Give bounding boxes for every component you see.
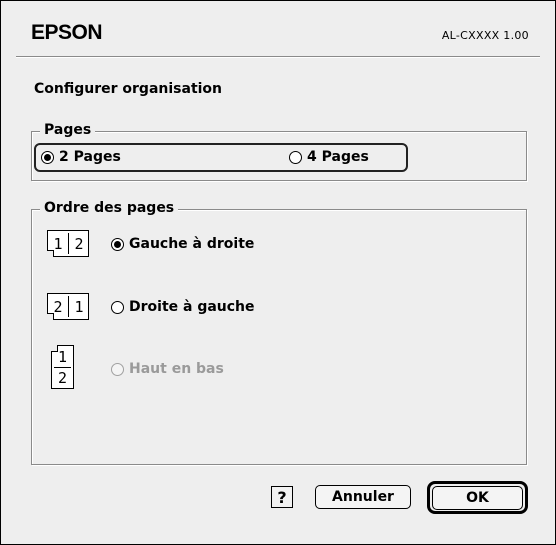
radio-left-to-right-button[interactable] [111, 237, 124, 251]
radio-top-to-bottom: Haut en bas [111, 361, 224, 377]
pages-group-label: Pages [40, 122, 96, 138]
radio-right-to-left[interactable]: Droite à gauche [111, 299, 255, 315]
help-button[interactable]: ? [271, 486, 293, 508]
version-label: AL-CXXXX 1.00 [441, 29, 529, 42]
brand-logo: EPSON [31, 21, 103, 44]
ok-button[interactable]: OK [432, 486, 523, 510]
radio-left-to-right-label: Gauche à droite [129, 236, 255, 252]
radio-top-to-bottom-label: Haut en bas [129, 361, 224, 377]
radio-4-pages[interactable]: 4 Pages [289, 149, 369, 165]
radio-left-to-right[interactable]: Gauche à droite [111, 236, 254, 252]
radio-right-to-left-label: Droite à gauche [129, 299, 255, 315]
dialog-window: EPSON AL-CXXXX 1.00 Configurer organisat… [0, 0, 556, 545]
icon-cell: 2 [57, 369, 68, 387]
page-fold-corner [47, 250, 54, 257]
radio-4-pages-label: 4 Pages [307, 149, 369, 165]
top-to-bottom-icon: 1 2 [51, 345, 74, 389]
radio-2-pages-label: 2 Pages [59, 149, 121, 165]
radio-2-pages-button[interactable] [41, 150, 54, 164]
radio-4-pages-button[interactable] [289, 150, 302, 164]
cancel-button[interactable]: Annuler [315, 485, 411, 509]
page-fold-corner [47, 313, 54, 320]
order-group-label: Ordre des pages [40, 200, 179, 216]
header-divider [16, 56, 540, 58]
left-to-right-icon: 1 2 [47, 230, 89, 257]
radio-right-to-left-button[interactable] [111, 300, 124, 314]
radio-2-pages[interactable]: 2 Pages [41, 149, 121, 165]
radio-top-to-bottom-button [111, 362, 124, 376]
page-fold-corner [51, 345, 58, 352]
right-to-left-icon: 2 1 [47, 293, 89, 320]
order-group: Ordre des pages [31, 200, 527, 465]
dialog-title: Configurer organisation [34, 81, 223, 97]
icon-cell: 1 [74, 297, 84, 316]
icon-cell: 2 [74, 234, 84, 253]
